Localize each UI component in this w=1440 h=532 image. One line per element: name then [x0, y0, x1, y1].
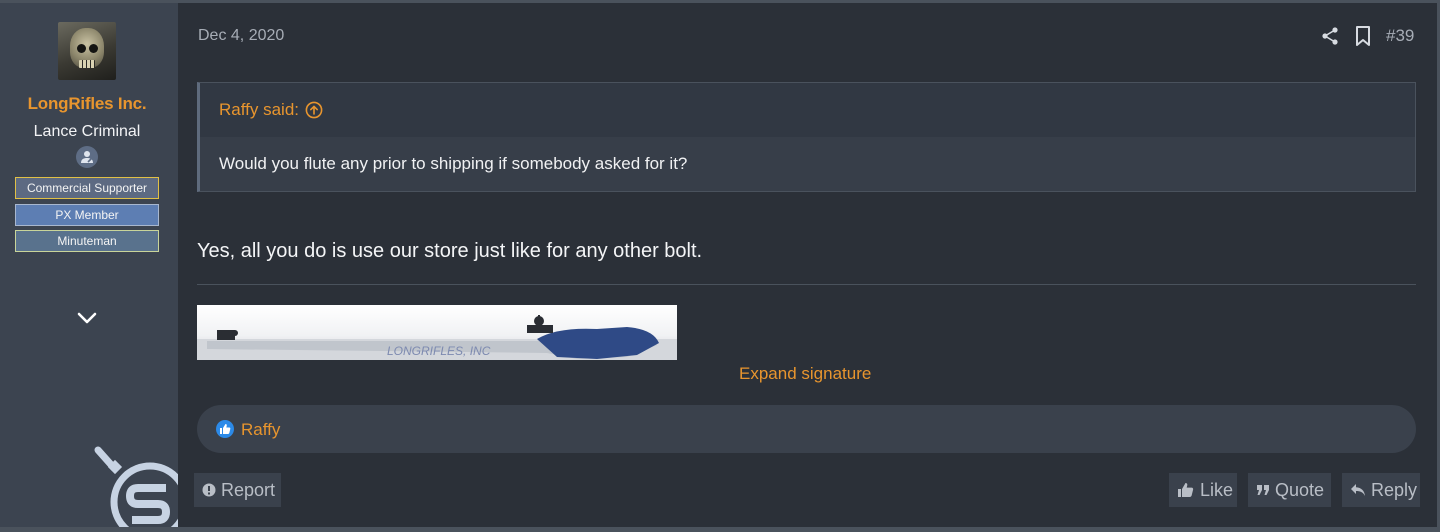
username-link[interactable]: LongRifles Inc. [0, 94, 174, 114]
alert-icon [202, 483, 216, 497]
quote-text: Would you flute any prior to shipping if… [200, 137, 1415, 191]
bottom-border [0, 527, 1440, 532]
expand-signature-link[interactable]: Expand signature [739, 364, 871, 384]
chevron-down-icon[interactable] [74, 306, 100, 330]
thumbs-up-outline-icon [1178, 483, 1194, 497]
post-body: Yes, all you do is use our store just li… [197, 240, 703, 262]
arrow-up-circle-icon[interactable] [305, 101, 323, 119]
user-sidebar: LongRifles Inc. Lance Criminal Commercia… [0, 3, 178, 527]
banner-minuteman: Minuteman [15, 230, 159, 252]
report-label: Report [221, 480, 276, 500]
quote-block: Raffy said: Would you flute any prior to… [197, 82, 1416, 192]
quote-attribution[interactable]: Raffy said: [200, 83, 1415, 137]
share-icon[interactable] [1321, 26, 1339, 46]
quote-label: Quote [1275, 480, 1325, 500]
report-button[interactable]: Report [194, 473, 281, 507]
top-border [0, 0, 1440, 3]
quote-author-label[interactable]: Raffy said: [219, 100, 299, 120]
quote-icon [1257, 485, 1269, 495]
reply-label: Reply [1371, 480, 1418, 500]
reply-button[interactable]: Reply [1342, 473, 1420, 507]
site-logo-watermark-icon [94, 446, 178, 527]
banner-px-member: PX Member [15, 204, 159, 226]
like-button[interactable]: Like [1169, 473, 1237, 507]
banner-commercial-supporter: Commercial Supporter [15, 177, 159, 199]
post-number-link[interactable]: #39 [1386, 26, 1414, 46]
reply-arrow-icon [1351, 484, 1365, 496]
reactions-bar: Raffy [197, 405, 1416, 453]
thumbs-up-icon [216, 420, 234, 438]
like-label: Like [1200, 480, 1234, 500]
signature-image: LONGRIFLES, INC [197, 305, 677, 360]
signature-image-text: LONGRIFLES, INC [387, 344, 491, 358]
user-status-icon [76, 146, 98, 168]
reaction-user-link[interactable]: Raffy [241, 420, 280, 440]
quote-button[interactable]: Quote [1248, 473, 1331, 507]
signature-divider [197, 284, 1416, 285]
avatar[interactable] [58, 22, 116, 80]
post-date[interactable]: Dec 4, 2020 [198, 27, 284, 45]
user-title: Lance Criminal [33, 123, 141, 140]
bookmark-icon[interactable] [1354, 25, 1372, 47]
